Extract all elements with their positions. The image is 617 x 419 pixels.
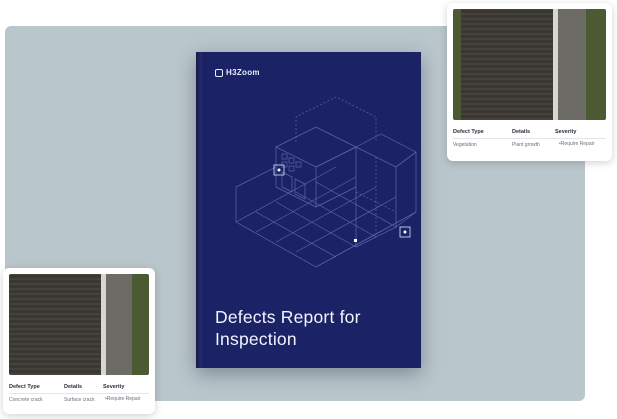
- cell-details: Surface crack: [64, 397, 95, 403]
- severity-label: Require Repair: [106, 396, 141, 402]
- aerial-roof-photo: [453, 9, 606, 120]
- vegetation-strip: [586, 9, 606, 120]
- roof-texture: [9, 274, 101, 375]
- column-header-details: Details: [512, 129, 531, 135]
- cell-details: Plant growth: [512, 142, 540, 148]
- roof-texture: [461, 9, 553, 120]
- brand-logo: H3Zoom: [215, 68, 260, 77]
- column-header-details: Details: [64, 384, 83, 390]
- column-header-severity: Severity: [103, 384, 125, 390]
- cell-severity: •Require Repair: [105, 396, 141, 402]
- logo-icon: [215, 68, 223, 77]
- tree-strip: [453, 9, 461, 120]
- report-title: Defects Report for Inspection: [215, 307, 361, 349]
- defect-card-concrete: Defect Type Details Severity Concrete cr…: [3, 268, 155, 414]
- table-divider: [453, 138, 606, 139]
- aerial-roof-photo: [9, 274, 149, 375]
- table-divider: [9, 393, 149, 394]
- report-book-cover: H3Zoom Defects Report for Inspection: [196, 52, 421, 368]
- building-line-illustration: [235, 96, 417, 268]
- column-header-severity: Severity: [555, 129, 577, 135]
- brand-name: H3Zoom: [226, 68, 260, 77]
- vegetation-strip: [132, 274, 149, 375]
- road-surface: [106, 274, 132, 375]
- road-surface: [558, 9, 586, 120]
- defect-table: Defect Type Details Severity Vegetation …: [453, 129, 606, 155]
- column-header-defect-type: Defect Type: [453, 129, 484, 135]
- defect-table: Defect Type Details Severity Concrete cr…: [9, 384, 149, 408]
- severity-label: Require Repair: [560, 141, 595, 147]
- defect-card-vegetation: Defect Type Details Severity Vegetation …: [447, 3, 612, 161]
- cell-severity: •Require Repair: [559, 141, 595, 147]
- cell-defect-type: Concrete crack: [9, 397, 43, 403]
- column-header-defect-type: Defect Type: [9, 384, 40, 390]
- cell-defect-type: Vegetation: [453, 142, 477, 148]
